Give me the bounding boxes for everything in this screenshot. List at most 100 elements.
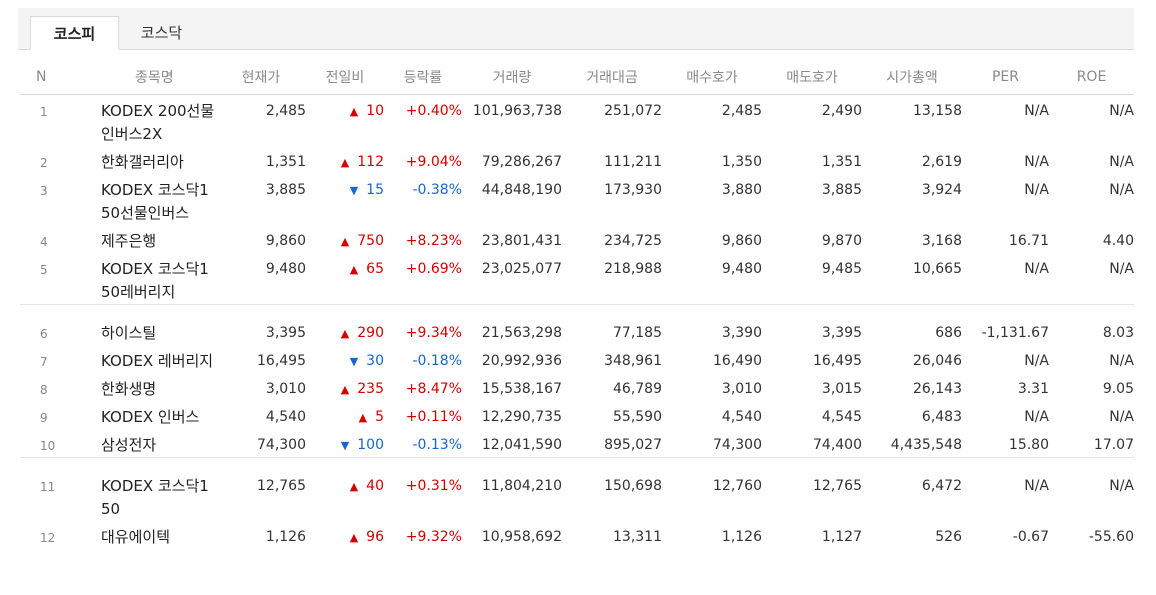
stock-name-link[interactable]: KODEX 코스닥150레버리지 — [66, 253, 216, 305]
volume: 15,538,167 — [481, 381, 562, 397]
bid-price: 3,880 — [721, 182, 762, 198]
tab-kospi[interactable]: 코스피 — [30, 16, 119, 50]
roe-value: 17.07 — [1093, 437, 1134, 453]
table-row: 2 한화갤러리아 1,351 ▲ 112 +9.04% 79,286,267 111,211 1… — [20, 146, 1134, 174]
change-value: 112 — [357, 154, 384, 170]
ask-price: 4,545 — [821, 409, 862, 425]
stock-name-link[interactable]: KODEX 레버리지 — [66, 345, 216, 373]
col-header-per: PER — [962, 60, 1049, 95]
current-price: 2,485 — [265, 103, 306, 119]
trade-amount: 234,725 — [604, 233, 662, 249]
market-cap: 3,924 — [921, 182, 962, 198]
group-gap-cell — [20, 305, 1134, 317]
per-value: N/A — [1024, 261, 1049, 277]
table-row: 11 KODEX 코스닥150 12,765 ▲ 40 +0.31% 11,804,210 1… — [20, 470, 1134, 521]
change-rate: +9.34% — [405, 325, 462, 341]
per-value: 3.31 — [1017, 381, 1049, 397]
change-rate: -0.18% — [412, 353, 462, 369]
current-price: 12,765 — [257, 478, 306, 494]
table-row: 1 KODEX 200선물인버스2X 2,485 ▲ 10 +0.40% 101,963,7… — [20, 95, 1134, 147]
stock-name-link[interactable]: 한화생명 — [66, 373, 216, 401]
per-value: -1,131.67 — [981, 325, 1049, 341]
market-cap: 10,665 — [913, 261, 962, 277]
market-cap: 686 — [935, 325, 962, 341]
roe-value: N/A — [1109, 353, 1134, 369]
ask-price: 2,490 — [821, 103, 862, 119]
change-rate: +0.69% — [405, 261, 462, 277]
triangle-up-icon: ▲ — [349, 105, 359, 118]
col-header-n: N — [20, 60, 66, 95]
change-amount: ▲ 40 — [306, 470, 384, 521]
bid-price: 9,480 — [721, 261, 762, 277]
change-rate: +9.32% — [405, 529, 462, 545]
current-price: 3,885 — [265, 182, 306, 198]
table-row: 7 KODEX 레버리지 16,495 ▼ 30 -0.18% 20,992,936 348,… — [20, 345, 1134, 373]
current-price: 4,540 — [265, 409, 306, 425]
change-value: 750 — [357, 233, 384, 249]
group-gap — [20, 305, 1134, 317]
volume: 12,041,590 — [481, 437, 562, 453]
bid-price: 4,540 — [721, 409, 762, 425]
volume: 23,025,077 — [481, 261, 562, 277]
market-cap: 2,619 — [921, 154, 962, 170]
trade-amount: 251,072 — [604, 103, 662, 119]
col-header-amount: 거래대금 — [562, 60, 662, 95]
change-amount: ▲ 290 — [306, 317, 384, 345]
stock-name-link[interactable]: KODEX 코스닥150선물인버스 — [66, 174, 216, 225]
col-header-volume: 거래량 — [462, 60, 562, 95]
triangle-up-icon: ▲ — [349, 531, 359, 544]
trade-amount: 218,988 — [604, 261, 662, 277]
market-cap: 26,143 — [913, 381, 962, 397]
tab-kosdaq[interactable]: 코스닥 — [119, 16, 204, 50]
current-price: 3,010 — [265, 381, 306, 397]
change-rate: +9.04% — [405, 154, 462, 170]
ask-price: 1,127 — [821, 529, 862, 545]
change-rate: +0.31% — [405, 478, 462, 494]
roe-value: N/A — [1109, 478, 1134, 494]
per-value: N/A — [1024, 478, 1049, 494]
stock-name-link[interactable]: KODEX 인버스 — [66, 401, 216, 429]
stock-name-link[interactable]: 삼성전자 — [66, 429, 216, 458]
table-body: 1 KODEX 200선물인버스2X 2,485 ▲ 10 +0.40% 101,963,7… — [20, 95, 1134, 550]
volume: 44,848,190 — [481, 182, 562, 198]
table-row: 9 KODEX 인버스 4,540 ▲ 5 +0.11% 12,290,735 55,590 4… — [20, 401, 1134, 429]
change-amount: ▼ 15 — [306, 174, 384, 225]
change-amount: ▼ 30 — [306, 345, 384, 373]
table-row: 8 한화생명 3,010 ▲ 235 +8.47% 15,538,167 46,789 3,01… — [20, 373, 1134, 401]
row-number: 7 — [40, 355, 48, 369]
stock-name-link[interactable]: 한화갤러리아 — [66, 146, 216, 174]
market-cap: 13,158 — [913, 103, 962, 119]
stock-name-link[interactable]: 제주은행 — [66, 225, 216, 253]
stock-name-link[interactable]: 대유에이텍 — [66, 521, 216, 549]
volume: 11,804,210 — [481, 478, 562, 494]
roe-value: 8.03 — [1102, 325, 1134, 341]
bid-price: 1,126 — [721, 529, 762, 545]
market-cap: 26,046 — [913, 353, 962, 369]
stock-name-link[interactable]: 하이스틸 — [66, 317, 216, 345]
triangle-down-icon: ▼ — [349, 184, 359, 197]
ask-price: 3,015 — [821, 381, 862, 397]
stock-name-link[interactable]: KODEX 코스닥150 — [66, 470, 216, 521]
row-number: 8 — [40, 383, 48, 397]
row-number: 10 — [40, 439, 56, 453]
stock-name-link[interactable]: KODEX 200선물인버스2X — [66, 95, 216, 147]
triangle-up-icon: ▲ — [340, 383, 350, 396]
triangle-up-icon: ▲ — [358, 411, 368, 424]
bid-price: 3,390 — [721, 325, 762, 341]
table-row: 5 KODEX 코스닥150레버리지 9,480 ▲ 65 +0.69% 23,025,07… — [20, 253, 1134, 305]
row-number: 5 — [40, 263, 48, 277]
bid-price: 16,490 — [713, 353, 762, 369]
col-header-bid: 매수호가 — [662, 60, 762, 95]
bid-price: 3,010 — [721, 381, 762, 397]
bid-price: 12,760 — [713, 478, 762, 494]
bid-price: 74,300 — [713, 437, 762, 453]
market-cap: 6,472 — [921, 478, 962, 494]
change-value: 235 — [357, 381, 384, 397]
volume: 23,801,431 — [481, 233, 562, 249]
market-tab-bar: 코스피 코스닥 — [18, 8, 1134, 50]
table-row: 6 하이스틸 3,395 ▲ 290 +9.34% 21,563,298 77,185 3,39… — [20, 317, 1134, 345]
triangle-up-icon: ▲ — [349, 480, 359, 493]
current-price: 1,351 — [265, 154, 306, 170]
trade-amount: 55,590 — [613, 409, 662, 425]
trade-amount: 13,311 — [613, 529, 662, 545]
